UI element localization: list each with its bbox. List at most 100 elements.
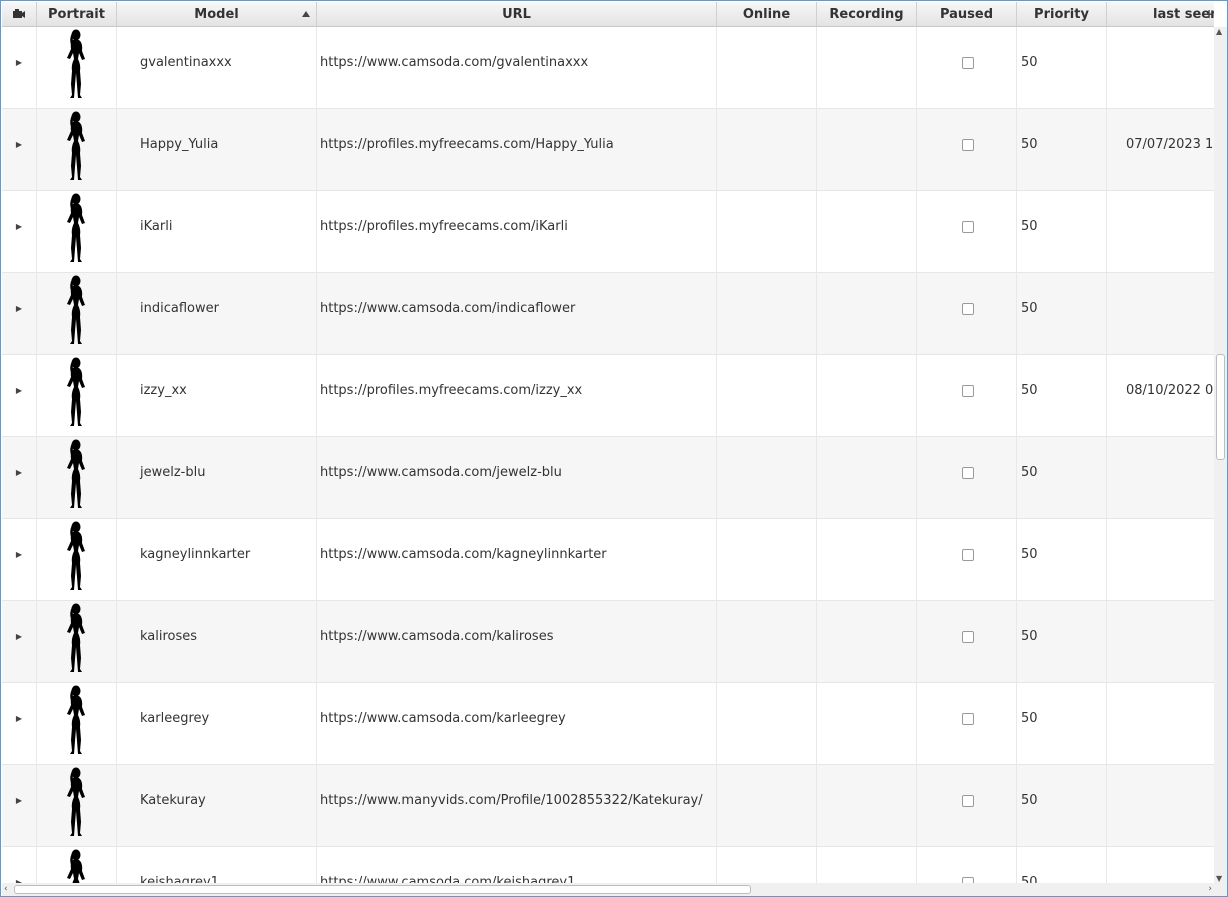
priority-value[interactable]: 50	[1017, 191, 1107, 273]
model-url[interactable]: https://www.camsoda.com/jewelz-blu	[317, 437, 717, 519]
model-name[interactable]: indicaflower	[117, 273, 317, 355]
table-row[interactable]: ▶ kaliroses https://www.camsoda.com/kali…	[2, 601, 1214, 683]
paused-checkbox[interactable]	[962, 713, 974, 725]
column-header-paused[interactable]: Paused	[917, 2, 1017, 26]
triangle-right-icon: ▶	[15, 550, 23, 559]
paused-cell	[917, 765, 1017, 847]
table-row[interactable]: ▶ iKarli https://profiles.myfreecams.com…	[2, 191, 1214, 273]
model-name[interactable]: karleegrey	[117, 683, 317, 765]
column-header-model[interactable]: Model	[117, 2, 317, 26]
row-expand-button[interactable]: ▶	[2, 519, 37, 601]
model-name[interactable]: iKarli	[117, 191, 317, 273]
scroll-down-icon[interactable]: ▼	[1216, 874, 1222, 883]
table-row[interactable]: ▶ karleegrey https://www.camsoda.com/kar…	[2, 683, 1214, 765]
paused-checkbox[interactable]	[962, 385, 974, 397]
priority-value[interactable]: 50	[1017, 109, 1107, 191]
model-url[interactable]: https://www.camsoda.com/kagneylinnkarter	[317, 519, 717, 601]
paused-checkbox[interactable]	[962, 221, 974, 233]
priority-value[interactable]: 50	[1017, 27, 1107, 109]
model-name[interactable]: Happy_Yulia	[117, 109, 317, 191]
table-row[interactable]: ▶ Happy_Yulia https://profiles.myfreecam…	[2, 109, 1214, 191]
row-expand-button[interactable]: ▶	[2, 191, 37, 273]
model-url[interactable]: https://profiles.myfreecams.com/Happy_Yu…	[317, 109, 717, 191]
model-name[interactable]: gvalentinaxxx	[117, 27, 317, 109]
priority-value[interactable]: 50	[1017, 765, 1107, 847]
row-expand-button[interactable]: ▶	[2, 847, 37, 883]
portrait-cell[interactable]	[37, 683, 117, 765]
priority-value[interactable]: 50	[1017, 355, 1107, 437]
model-name[interactable]: Katekuray	[117, 765, 317, 847]
portrait-cell[interactable]	[37, 765, 117, 847]
model-name[interactable]: kagneylinnkarter	[117, 519, 317, 601]
row-expand-button[interactable]: ▶	[2, 273, 37, 355]
column-header-recording[interactable]: Recording	[817, 2, 917, 26]
column-header-last-seen[interactable]: last seen +	[1107, 2, 1214, 26]
table-row[interactable]: ▶ izzy_xx https://profiles.myfreecams.co…	[2, 355, 1214, 437]
row-expand-button[interactable]: ▶	[2, 355, 37, 437]
model-url[interactable]: https://www.camsoda.com/indicaflower	[317, 273, 717, 355]
priority-value[interactable]: 50	[1017, 519, 1107, 601]
add-column-icon[interactable]: +	[1204, 2, 1214, 26]
paused-checkbox[interactable]	[962, 139, 974, 151]
row-expand-button[interactable]: ▶	[2, 601, 37, 683]
priority-value[interactable]: 50	[1017, 847, 1107, 883]
table-row[interactable]: ▶ gvalentinaxxx https://www.camsoda.com/…	[2, 27, 1214, 109]
model-name[interactable]: keishagrey1	[117, 847, 317, 883]
row-expand-button[interactable]: ▶	[2, 27, 37, 109]
horizontal-scroll-thumb[interactable]	[14, 885, 751, 894]
model-name[interactable]: jewelz-blu	[117, 437, 317, 519]
model-name[interactable]: kaliroses	[117, 601, 317, 683]
column-header-online[interactable]: Online	[717, 2, 817, 26]
paused-checkbox[interactable]	[962, 795, 974, 807]
scroll-left-icon[interactable]: ‹	[4, 883, 8, 896]
row-expand-button[interactable]: ▶	[2, 683, 37, 765]
portrait-cell[interactable]	[37, 27, 117, 109]
portrait-cell[interactable]	[37, 109, 117, 191]
paused-checkbox[interactable]	[962, 631, 974, 643]
model-url[interactable]: https://www.camsoda.com/karleegrey	[317, 683, 717, 765]
table-row[interactable]: ▶ indicaflower https://www.camsoda.com/i…	[2, 273, 1214, 355]
portrait-cell[interactable]	[37, 847, 117, 883]
scroll-right-icon[interactable]: ›	[1208, 883, 1212, 896]
table-row[interactable]: ▶ Katekuray https://www.manyvids.com/Pro…	[2, 765, 1214, 847]
portrait-cell[interactable]	[37, 273, 117, 355]
table-row[interactable]: ▶ keishagrey1 https://www.camsoda.com/ke…	[2, 847, 1214, 883]
priority-value[interactable]: 50	[1017, 273, 1107, 355]
priority-value[interactable]: 50	[1017, 683, 1107, 765]
column-menu-button[interactable]	[2, 2, 37, 26]
row-expand-button[interactable]: ▶	[2, 109, 37, 191]
recording-status	[817, 109, 917, 191]
model-name[interactable]: izzy_xx	[117, 355, 317, 437]
priority-value[interactable]: 50	[1017, 437, 1107, 519]
horizontal-scrollbar[interactable]: ‹ ›	[2, 883, 1214, 896]
row-expand-button[interactable]: ▶	[2, 765, 37, 847]
priority-value[interactable]: 50	[1017, 601, 1107, 683]
portrait-cell[interactable]	[37, 191, 117, 273]
vertical-scroll-thumb[interactable]	[1216, 354, 1225, 460]
portrait-cell[interactable]	[37, 601, 117, 683]
column-header-url[interactable]: URL	[317, 2, 717, 26]
paused-checkbox[interactable]	[962, 57, 974, 69]
portrait-cell[interactable]	[37, 355, 117, 437]
paused-checkbox[interactable]	[962, 467, 974, 479]
model-url[interactable]: https://profiles.myfreecams.com/izzy_xx	[317, 355, 717, 437]
scroll-up-icon[interactable]: ▲	[1216, 27, 1222, 36]
model-url[interactable]: https://profiles.myfreecams.com/iKarli	[317, 191, 717, 273]
column-header-priority[interactable]: Priority	[1017, 2, 1107, 26]
table-row[interactable]: ▶ jewelz-blu https://www.camsoda.com/jew…	[2, 437, 1214, 519]
portrait-cell[interactable]	[37, 437, 117, 519]
table-row[interactable]: ▶ kagneylinnkarter https://www.camsoda.c…	[2, 519, 1214, 601]
row-expand-button[interactable]: ▶	[2, 437, 37, 519]
portrait-cell[interactable]	[37, 519, 117, 601]
paused-checkbox[interactable]	[962, 549, 974, 561]
table-header: Portrait Model URL Online Recording Paus…	[2, 2, 1214, 27]
model-url[interactable]: https://www.camsoda.com/gvalentinaxxx	[317, 27, 717, 109]
paused-checkbox[interactable]	[962, 303, 974, 315]
model-url[interactable]: https://www.manyvids.com/Profile/1002855…	[317, 765, 717, 847]
model-url[interactable]: https://www.camsoda.com/keishagrey1	[317, 847, 717, 883]
camera-icon	[13, 3, 25, 18]
column-header-portrait[interactable]: Portrait	[37, 2, 117, 26]
vertical-scrollbar[interactable]: ▲ ▼	[1214, 27, 1227, 883]
model-url[interactable]: https://www.camsoda.com/kaliroses	[317, 601, 717, 683]
recording-status	[817, 601, 917, 683]
